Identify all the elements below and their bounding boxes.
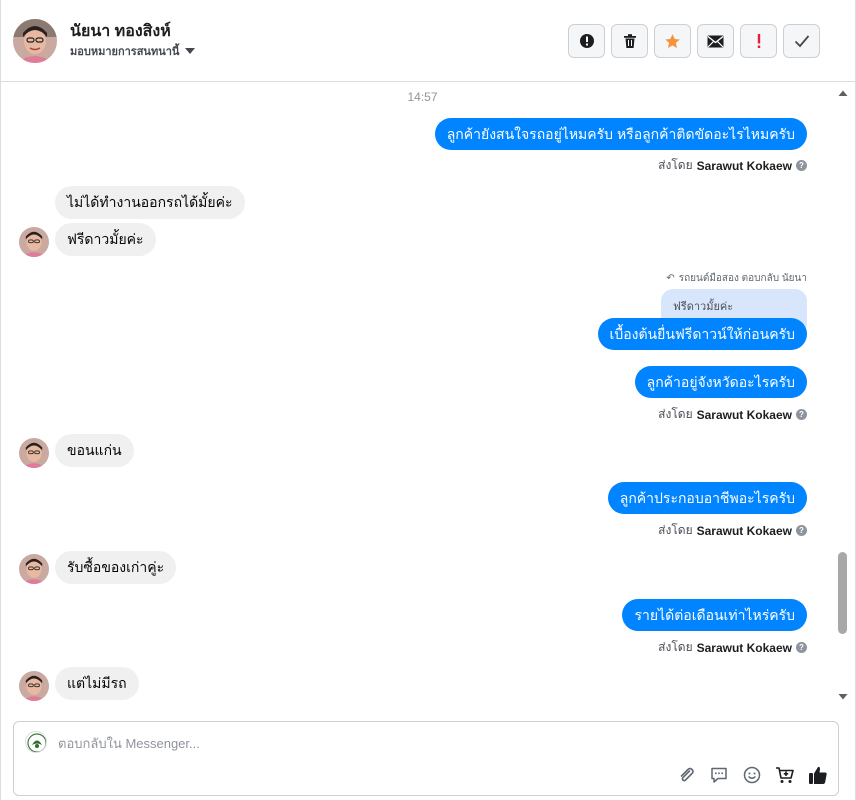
incoming-message[interactable]: รับซื้อของเก่าคู่ะ: [55, 551, 177, 584]
assign-conversation-label: มอบหมายการสนทนานี้: [70, 46, 180, 58]
reply-note: ↶ รถยนต์มือสอง ตอบกลับ นัยนา: [666, 271, 807, 286]
page-avatar: [25, 731, 47, 753]
spam-button[interactable]: [568, 24, 605, 58]
sent-by-note: ส่งโดย Sarawut Kokaew ?: [658, 156, 807, 175]
outgoing-message[interactable]: เบื้องต้นยื่นฟรีดาวน์ให้ก่อนครับ: [597, 318, 807, 350]
follow-up-button[interactable]: [740, 24, 777, 58]
saved-replies-icon: [711, 767, 727, 783]
contact-avatar-small[interactable]: [19, 227, 49, 257]
sent-by-prefix: ส่งโดย: [658, 407, 693, 421]
question-icon[interactable]: ?: [796, 409, 807, 420]
message-text: ไม่ได้ทำงานออกรถได้มั้ยค่ะ: [55, 186, 245, 219]
message-text: แต่ไม่มีรถ: [55, 667, 139, 700]
send-like-button[interactable]: [808, 765, 828, 785]
message-text: เบื้องต้นยื่นฟรีดาวน์ให้ก่อนครับ: [597, 318, 807, 350]
question-icon[interactable]: ?: [796, 525, 807, 536]
outgoing-message[interactable]: ลูกค้ายังสนใจรถอยู่ไหมครับ หรือลูกค้าติด…: [434, 118, 807, 150]
incoming-message[interactable]: ไม่ได้ทำงานออกรถได้มั้ยค่ะ: [55, 186, 245, 219]
outgoing-message[interactable]: รายได้ต่อเดือนเท่าไหร่ครับ: [622, 599, 807, 631]
outgoing-message[interactable]: ลูกค้าประกอบอาชีพอะไรครับ: [607, 482, 807, 514]
message-text: ฟรีดาวมั้ยค่ะ: [55, 223, 156, 256]
messenger-inbox-thread: นัยนา ทองสิงห์ มอบหมายการสนทนานี้ 14:57 …: [0, 0, 856, 800]
paperclip-icon: [680, 767, 694, 782]
caret-down-icon: [185, 48, 196, 54]
message-text: ลูกค้ายังสนใจรถอยู่ไหมครับ หรือลูกค้าติด…: [434, 118, 807, 150]
message-text: ลูกค้าอยู่จังหวัดอะไรครับ: [634, 366, 807, 398]
sent-by-prefix: ส่งโดย: [658, 158, 693, 172]
message-text: ขอนแก่น: [55, 434, 134, 467]
sender-name[interactable]: Sarawut Kokaew: [697, 159, 792, 173]
add-to-cart-button[interactable]: [775, 765, 795, 785]
reply-arrow-icon: ↶: [666, 273, 675, 284]
mark-unread-button[interactable]: [697, 24, 734, 58]
mark-done-button[interactable]: [783, 24, 820, 58]
emoji-icon: [743, 766, 761, 784]
question-icon[interactable]: ?: [796, 642, 807, 653]
exclamation-icon: [757, 34, 760, 48]
star-button[interactable]: [654, 24, 691, 58]
envelope-icon: [707, 35, 724, 47]
saved-replies-button[interactable]: [709, 765, 729, 785]
assign-conversation-dropdown[interactable]: มอบหมายการสนทนานี้: [70, 42, 196, 60]
reply-composer: [13, 721, 839, 796]
trash-icon: [623, 34, 636, 48]
scroll-down-arrow-icon[interactable]: [837, 692, 849, 702]
message-thread[interactable]: 14:57 ลูกค้ายังสนใจรถอยู่ไหมครับ หรือลูก…: [1, 83, 837, 703]
contact-avatar[interactable]: [13, 19, 57, 63]
emoji-button[interactable]: [742, 765, 762, 785]
check-icon: [794, 35, 809, 48]
contact-avatar-small[interactable]: [19, 438, 49, 468]
conversation-header: นัยนา ทองสิงห์ มอบหมายการสนทนานี้: [1, 0, 856, 82]
sender-name[interactable]: Sarawut Kokaew: [697, 408, 792, 422]
sent-by-note: ส่งโดย Sarawut Kokaew ?: [658, 638, 807, 657]
star-icon: [665, 33, 680, 48]
sent-by-note: ส่งโดย Sarawut Kokaew ?: [658, 405, 807, 424]
conversation-actions: [568, 24, 820, 58]
message-text: รายได้ต่อเดือนเท่าไหร่ครับ: [622, 599, 807, 631]
sender-name[interactable]: Sarawut Kokaew: [697, 524, 792, 538]
reply-input[interactable]: [58, 733, 758, 753]
outgoing-message[interactable]: ลูกค้าอยู่จังหวัดอะไรครับ: [634, 366, 807, 398]
scroll-thumb[interactable]: [838, 552, 847, 634]
incoming-message[interactable]: แต่ไม่มีรถ: [55, 667, 139, 700]
incoming-message[interactable]: ฟรีดาวมั้ยค่ะ: [55, 223, 156, 256]
delete-button[interactable]: [611, 24, 648, 58]
contact-avatar-small[interactable]: [19, 554, 49, 584]
timestamp: 14:57: [407, 90, 438, 104]
scroll-up-arrow-icon[interactable]: [837, 88, 849, 98]
thumbs-up-icon: [809, 766, 827, 784]
contact-name[interactable]: นัยนา ทองสิงห์: [70, 19, 171, 44]
message-text: ลูกค้าประกอบอาชีพอะไรครับ: [607, 482, 807, 514]
cart-icon: [776, 767, 794, 783]
sent-by-note: ส่งโดย Sarawut Kokaew ?: [658, 521, 807, 540]
contact-avatar-small[interactable]: [19, 671, 49, 701]
sent-by-prefix: ส่งโดย: [658, 523, 693, 537]
composer-toolbar: [676, 765, 828, 785]
incoming-message[interactable]: ขอนแก่น: [55, 434, 134, 467]
sender-name[interactable]: Sarawut Kokaew: [697, 641, 792, 655]
question-icon[interactable]: ?: [796, 160, 807, 171]
attach-file-button[interactable]: [676, 765, 696, 785]
alert-circle-icon: [579, 34, 594, 48]
quoted-text: ฟรีดาวมั้ยค่ะ: [673, 301, 734, 313]
message-text: รับซื้อของเก่าคู่ะ: [55, 551, 177, 584]
reply-note-text: รถยนต์มือสอง ตอบกลับ นัยนา: [678, 273, 807, 284]
sent-by-prefix: ส่งโดย: [658, 640, 693, 654]
